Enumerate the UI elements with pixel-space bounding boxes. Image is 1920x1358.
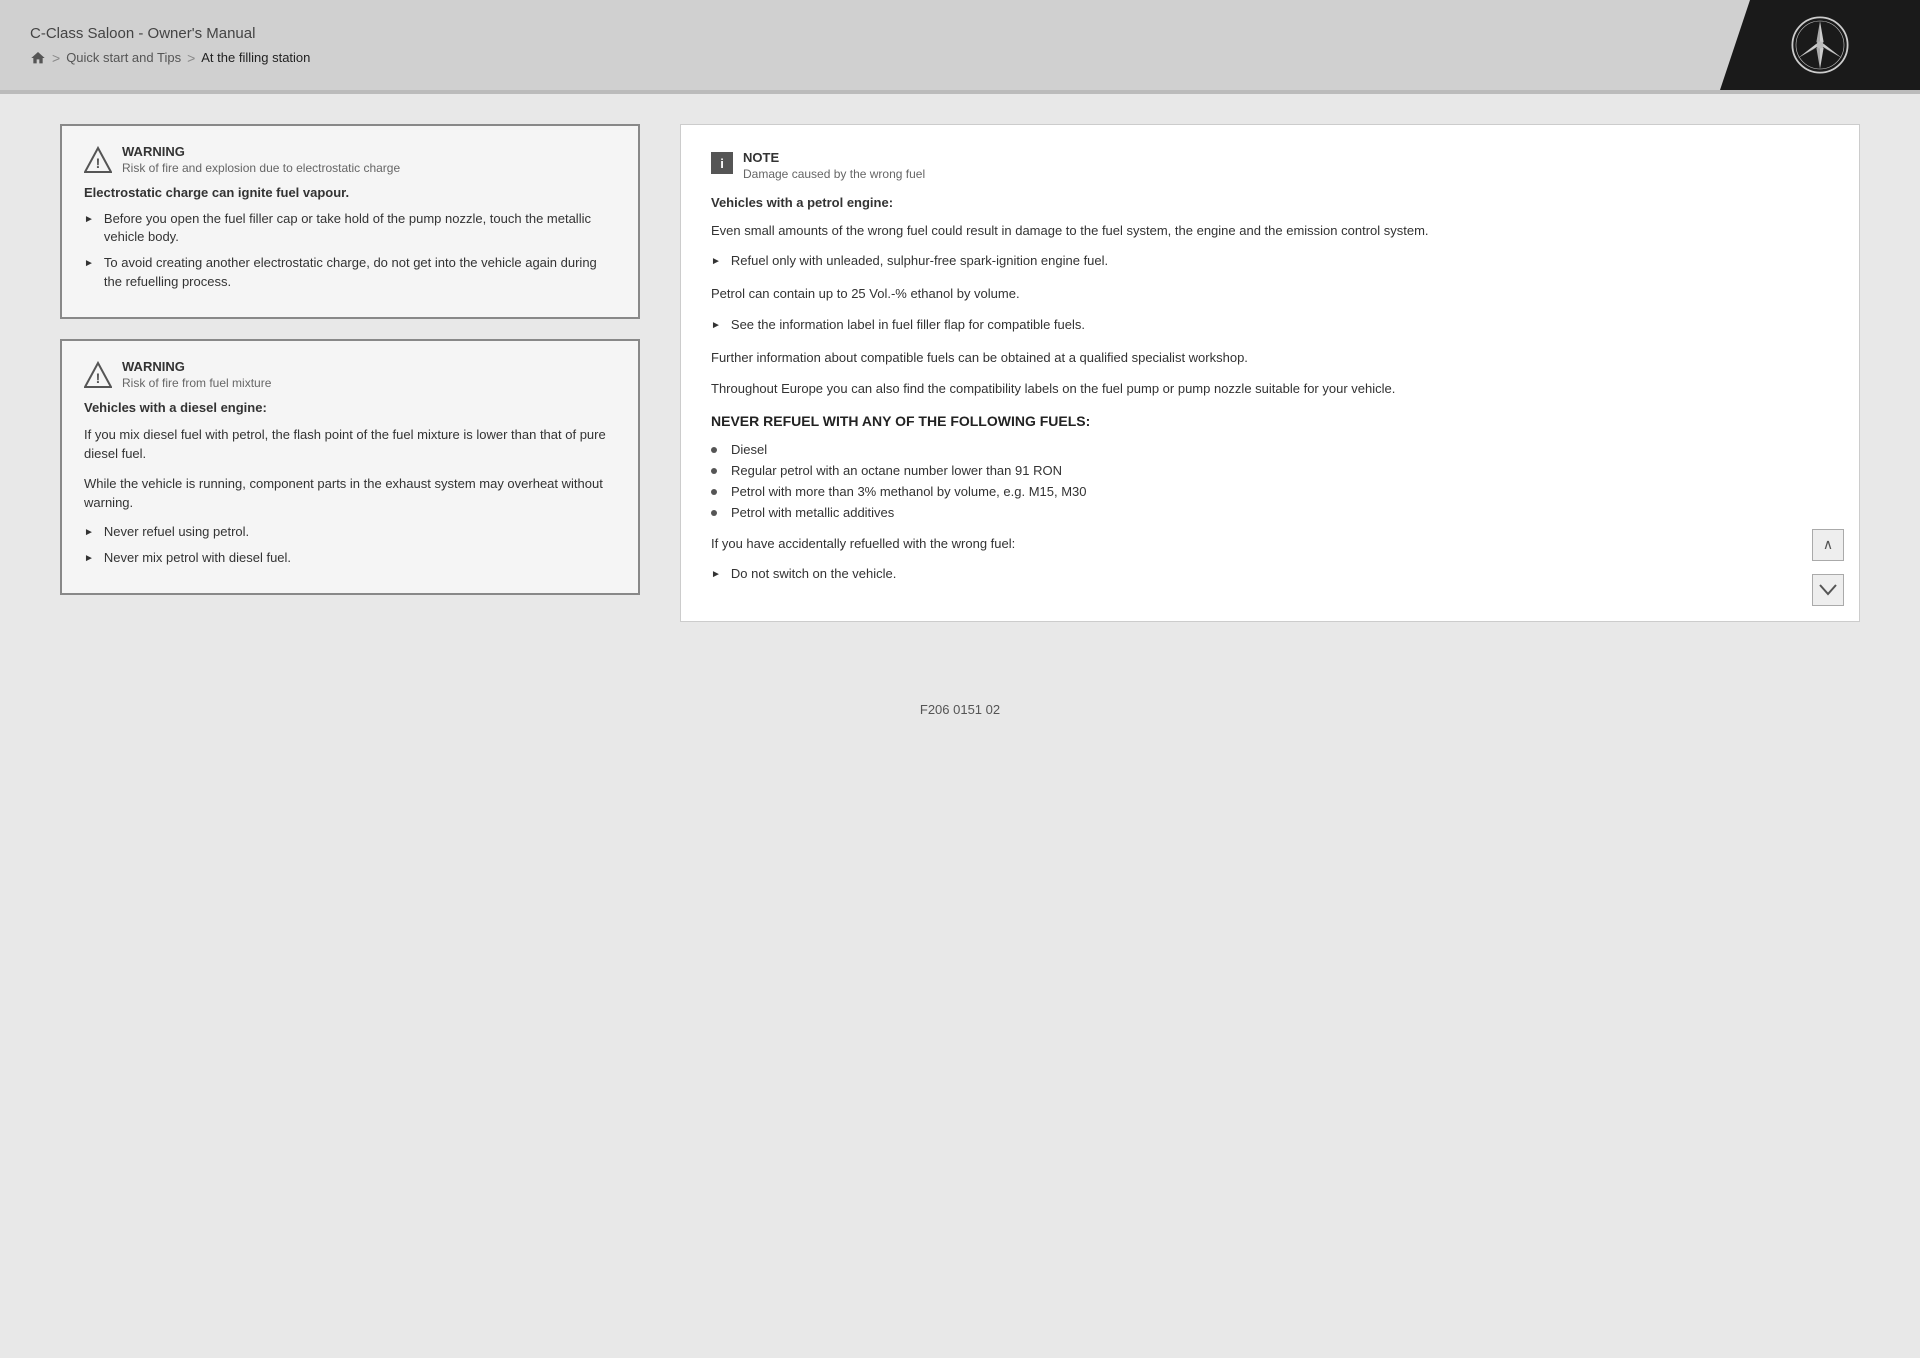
list-item: ► Never mix petrol with diesel fuel. [84,549,616,567]
bullet-text: Do not switch on the vehicle. [731,565,896,583]
warning-body-2: Vehicles with a diesel engine: If you mi… [84,400,616,567]
warning-icon-2: ! [84,361,112,389]
bullet-text: Never refuel using petrol. [104,523,249,541]
note-header: i NOTE Damage caused by the wrong fuel [711,150,1829,181]
note-icon: i [711,152,733,174]
right-column: i NOTE Damage caused by the wrong fuel V… [680,124,1860,622]
footer-code: F206 0151 02 [920,702,1000,717]
warning-box-1: ! WARNING Risk of fire and explosion due… [60,124,640,319]
warning-bullets-2: ► Never refuel using petrol. ► Never mix… [84,523,616,567]
right-para1: Vehicles with a petrol engine: [711,193,1829,213]
list-item: ► See the information label in fuel fill… [711,316,1829,334]
never-list-item: Petrol with more than 3% methanol by vol… [731,484,1087,499]
warning-subtitle-1: Risk of fire and explosion due to electr… [122,161,400,175]
note-subtitle: Damage caused by the wrong fuel [743,167,925,181]
right-para2: Even small amounts of the wrong fuel cou… [711,221,1829,241]
never-list-item: Petrol with metallic additives [731,505,894,520]
warning-title-2: WARNING [122,359,271,374]
warning-header-2: ! WARNING Risk of fire from fuel mixture [84,359,616,390]
warning-para1: If you mix diesel fuel with petrol, the … [84,425,616,464]
warning-box-2: ! WARNING Risk of fire from fuel mixture… [60,339,640,595]
home-icon[interactable] [30,50,46,66]
warning-subtitle-2: Risk of fire from fuel mixture [122,376,271,390]
svg-text:!: ! [96,155,101,171]
dot-icon [711,447,717,453]
arrow-icon: ► [84,552,94,566]
arrow-icon: ► [84,213,94,227]
chevron-down-icon [1819,584,1837,596]
never-refuel-label: NEVER REFUEL WITH ANY OF THE FOLLOWING F… [711,411,1829,432]
never-list-item: Regular petrol with an octane number low… [731,463,1062,478]
warning-para2: While the vehicle is running, component … [84,474,616,513]
warning-bullets-1: ► Before you open the fuel filler cap or… [84,210,616,291]
footer: F206 0151 02 [0,682,1920,737]
mercedes-logo [1790,15,1850,75]
page-title: C-Class Saloon - Owner's Manual [30,25,1690,42]
never-list-item: Diesel [731,442,767,457]
list-item: ► Before you open the fuel filler cap or… [84,210,616,246]
list-item: ► To avoid creating another electrostati… [84,254,616,290]
warning-title-block-2: WARNING Risk of fire from fuel mixture [122,359,271,390]
list-item: Regular petrol with an octane number low… [711,463,1829,478]
dot-icon [711,510,717,516]
bullet-text: Never mix petrol with diesel fuel. [104,549,291,567]
warning-title-block-1: WARNING Risk of fire and explosion due t… [122,144,400,175]
warning-body-1: Electrostatic charge can ignite fuel vap… [84,185,616,291]
warning-lead-2: Vehicles with a diesel engine: [84,400,616,415]
warning-title-1: WARNING [122,144,400,159]
right-para4: Further information about compatible fue… [711,348,1829,368]
list-item: Petrol with metallic additives [711,505,1829,520]
arrow-icon: ► [711,319,721,333]
bullet-text: See the information label in fuel filler… [731,316,1085,334]
never-refuel-list: Diesel Regular petrol with an octane num… [711,442,1829,520]
scroll-down-button[interactable] [1812,574,1844,606]
arrow-icon: ► [84,257,94,271]
right-bullets-2: ► See the information label in fuel fill… [711,316,1829,334]
logo-area [1720,0,1920,90]
left-column: ! WARNING Risk of fire and explosion due… [60,124,640,622]
arrow-icon: ► [84,526,94,540]
note-title: NOTE [743,150,925,165]
breadcrumb-step1[interactable]: Quick start and Tips [66,50,181,65]
svg-text:!: ! [96,370,101,386]
main-content: ! WARNING Risk of fire and explosion due… [0,94,1920,682]
breadcrumb-current: At the filling station [201,50,310,65]
warning-header-1: ! WARNING Risk of fire and explosion due… [84,144,616,175]
bullet-text: To avoid creating another electrostatic … [104,254,616,290]
note-title-block: NOTE Damage caused by the wrong fuel [743,150,925,181]
right-para3: Petrol can contain up to 25 Vol.-% ethan… [711,284,1829,304]
breadcrumb-sep-2: > [187,50,195,66]
right-para6: If you have accidentally refuelled with … [711,534,1829,554]
arrow-icon: ► [711,255,721,269]
breadcrumb: > Quick start and Tips > At the filling … [30,50,1690,66]
right-content: i NOTE Damage caused by the wrong fuel V… [711,150,1829,584]
warning-icon-1: ! [84,146,112,174]
right-bullets-3: ► Do not switch on the vehicle. [711,565,1829,583]
right-para5: Throughout Europe you can also find the … [711,379,1829,399]
list-item: ► Refuel only with unleaded, sulphur-fre… [711,252,1829,270]
list-item: ► Never refuel using petrol. [84,523,616,541]
arrow-icon: ► [711,568,721,582]
scroll-up-button[interactable]: ∧ [1812,529,1844,561]
header: C-Class Saloon - Owner's Manual > Quick … [0,0,1920,90]
right-bullets-1: ► Refuel only with unleaded, sulphur-fre… [711,252,1829,270]
breadcrumb-sep-1: > [52,50,60,66]
list-item: Diesel [711,442,1829,457]
list-item: Petrol with more than 3% methanol by vol… [711,484,1829,499]
list-item: ► Do not switch on the vehicle. [711,565,1829,583]
header-left: C-Class Saloon - Owner's Manual > Quick … [0,0,1720,90]
bullet-text: Before you open the fuel filler cap or t… [104,210,616,246]
dot-icon [711,468,717,474]
warning-lead-1: Electrostatic charge can ignite fuel vap… [84,185,616,200]
dot-icon [711,489,717,495]
bullet-text: Refuel only with unleaded, sulphur-free … [731,252,1108,270]
